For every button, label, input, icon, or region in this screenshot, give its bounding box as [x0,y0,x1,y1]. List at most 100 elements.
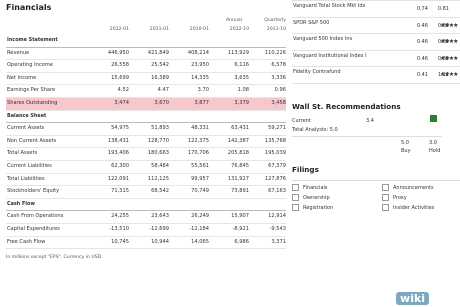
cell-value: 59,271 [268,125,286,132]
financials-title: Financials [6,3,52,12]
filings-panel: Financials Announcements Ownership Proxy… [292,179,460,214]
cell-value: 16,389 [151,74,169,81]
cell-value: 15,699 [111,74,129,81]
checkbox[interactable] [382,183,389,191]
filing-announcements[interactable]: Announcements [382,183,434,191]
cell-value: 67,163 [268,188,286,195]
filing-proxy[interactable]: Proxy [382,193,407,201]
fund-row[interactable]: Vanguard Institutional Index I 0.46 0.89 ★★… [292,51,460,68]
cell-value: 205,818 [227,150,249,157]
cell-value: 58,484 [151,162,169,169]
current-value: 3.4 [366,117,374,124]
checkbox[interactable] [292,203,299,211]
cell-value: 122,375 [187,137,209,144]
filing-financials[interactable]: Financials [292,183,328,191]
row-label: Net Income [7,74,37,81]
star-rating: ★★★★ [440,21,458,29]
table-row: Net Income 15,699 16,389 14,335 3,635 3,336 [6,73,286,86]
checkbox[interactable] [382,193,389,201]
filing-label: Financials [303,184,328,191]
filing-ownership[interactable]: Ownership [292,193,330,201]
col-header: 2012-10 [229,27,249,32]
filing-label: Announcements [393,184,434,191]
cell-value: -13,510 [109,225,129,232]
fund-name[interactable]: Vanguard Institutional Index I [293,53,393,59]
cell-value: 112,125 [147,175,169,182]
filing-registration[interactable]: Registration [292,203,333,211]
fund-row[interactable]: Vanguard Total Stock Mkt Idx 0.74 0.81 [292,1,460,18]
table-row: Current Liabilities 62,300 58,484 55,561 76,… [6,161,286,174]
table-row: Total Liabilities 122,091 112,125 99,957 131… [6,174,286,187]
cell-value: 3,877 [194,99,209,106]
cell-value: 24,255 [111,213,129,220]
scale-value: 3.0 [429,139,437,146]
cell-value: 122,091 [107,175,129,182]
cell-value: 142,387 [227,137,249,144]
recommendations-title: Wall St. Recommendations [292,101,401,111]
cell-value: 73,891 [231,188,249,195]
cell-value: 138,431 [107,137,129,144]
filing-label: Insider Activities [393,204,435,211]
row-label: Revenue [7,49,30,56]
fund-value: 0.74 [416,6,428,12]
section-label: Income Statement [7,37,58,43]
row-label: Total Assets [7,150,38,157]
cell-value: 67,379 [268,162,286,169]
cell-value: 3,379 [234,99,249,106]
units-note: In millions except "EPS". Currency in US… [6,255,103,261]
checkbox[interactable] [382,203,389,211]
cell-value: 110,226 [264,49,286,56]
row-label: Current Liabilities [7,162,52,169]
fund-row[interactable]: SPDR S&P 500 0.46 0.88 ★★★★ [292,18,460,35]
fund-name[interactable]: Fidelity Contrafund [293,69,393,75]
cell-value: 25,542 [151,62,169,69]
cell-value: -9,543 [269,225,286,232]
checkbox[interactable] [292,193,299,201]
cell-value: 131,927 [227,175,249,182]
row-label: Current Assets [7,125,45,132]
fund-name[interactable]: SPDR S&P 500 [293,20,393,26]
cell-value: 51,893 [151,125,169,132]
row-label: Operating Income [7,62,53,69]
section-label: Balance Sheet [7,112,47,119]
cell-value: 3,635 [234,74,249,81]
table-row: Stockholders' Equity 71,315 68,542 70,749 73… [6,186,286,199]
cell-value: 446,950 [107,49,129,56]
fund-row[interactable]: Fidelity Contrafund 0.41 1.12 ★★★★ [292,67,460,84]
scale-value: 5.0 [401,139,409,146]
cell-value: 71,315 [111,188,129,195]
cell-value: 3,371 [271,238,286,245]
fund-list: Vanguard Total Stock Mkt Idx 0.74 0.81 SPDR… [292,0,460,84]
col-header: 2011-10 [266,27,286,32]
cell-value: 3,336 [271,74,286,81]
fund-name[interactable]: Vanguard Total Stock Mkt Idx [293,3,393,9]
fund-name[interactable]: Vanguard 500 Index Inv [293,36,393,42]
checkbox[interactable] [292,183,299,191]
cell-value: 12,914 [268,213,286,220]
star-rating: ★★★★ [440,71,458,79]
current-label: Current [292,117,311,124]
fund-row[interactable]: Vanguard 500 Index Inv 0.46 0.89 ★★★★ [292,34,460,51]
cell-value: 54,975 [111,125,129,132]
cell-value: 6,578 [271,62,286,69]
cell-value: -12,699 [149,225,169,232]
cell-value: 3.70 [197,87,209,94]
rating-indicator [430,114,437,122]
col-header: 2010-01 [189,27,209,32]
cell-value: 14,065 [191,238,209,245]
cell-value: -12,184 [189,225,209,232]
table-row: Revenue 446,950 421,849 408,214 113,929 110,2… [6,48,286,61]
annual-label: Annual [226,18,242,23]
filing-insider-activities[interactable]: Insider Activities [382,203,435,211]
sidebar: Vanguard Total Stock Mkt Idx 0.74 0.81 SPDR… [292,0,460,214]
recommendations-panel: Current 3.4 Total Analysts: 5.0 5.0 Buy … [292,114,460,169]
cell-value: 135,768 [264,137,286,144]
watermark-how: How [429,292,456,305]
watermark-wiki: wiki [396,292,430,305]
total-analysts: Total Analysts: 5.0 [292,126,338,133]
fund-value: 0.46 [416,22,428,29]
cell-value: 1.08 [237,87,249,94]
cell-value: 113,929 [227,49,249,56]
scale-label: Buy [401,147,411,154]
cell-value: 99,957 [191,175,209,182]
